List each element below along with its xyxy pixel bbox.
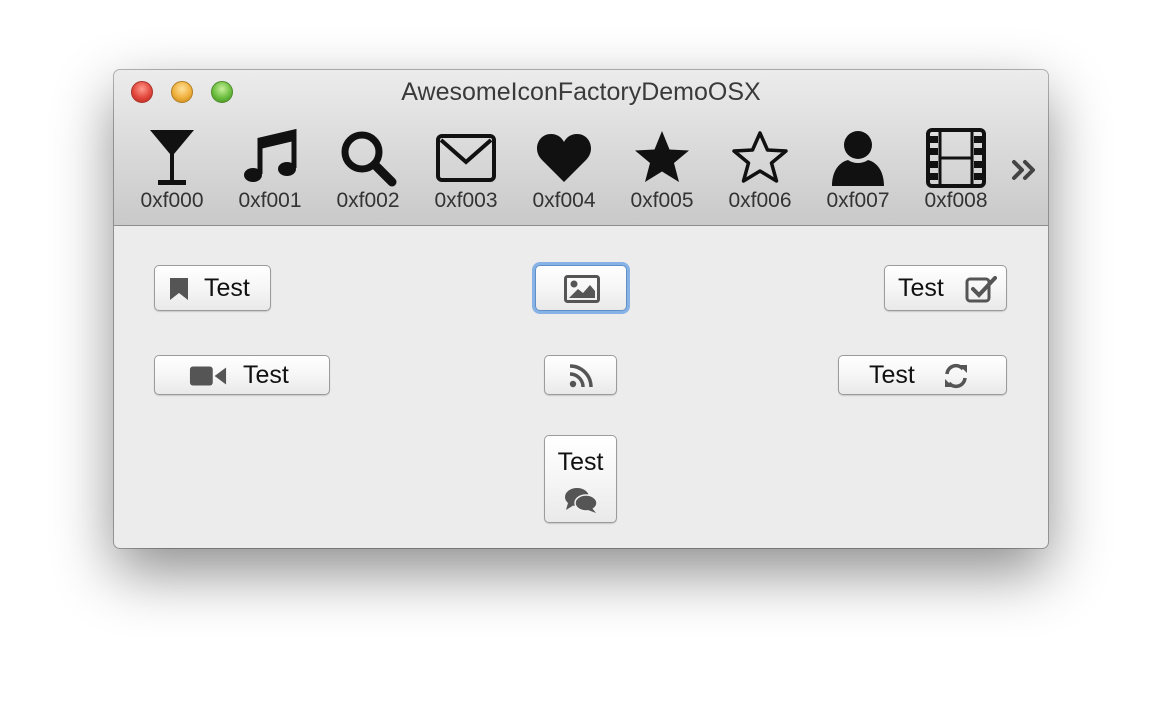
toolbar-item-label: 0xf000 [140,189,204,212]
heart-icon [536,134,592,182]
toolbar-item-label: 0xf003 [434,189,498,212]
toolbar-item-music[interactable]: 0xf001 [230,126,310,221]
toolbar-item-label: 0xf007 [826,189,890,212]
toolbar-item-label: 0xf005 [630,189,694,212]
refresh-icon [945,363,967,389]
toolbar-item-star-outline[interactable]: 0xf006 [720,126,800,221]
toolbar-item-heart[interactable]: 0xf004 [524,126,604,221]
bookmark-icon [170,278,188,300]
toolbar-item-glass[interactable]: 0xf000 [132,126,212,221]
toolbar-item-star[interactable]: 0xf005 [622,126,702,221]
titlebar: AwesomeIconFactoryDemoOSX 0xf000 0xf001 [114,70,1048,226]
toolbar-item-film[interactable]: 0xf008 [916,126,996,221]
glass-icon [150,130,194,185]
picture-button[interactable] [535,265,627,311]
toolbar-item-envelope[interactable]: 0xf003 [426,126,506,221]
check-square-icon [965,276,997,303]
film-icon [926,128,986,188]
check-test-button[interactable]: Test [884,265,1007,311]
refresh-test-button[interactable]: Test [838,355,1007,395]
video-camera-icon [189,366,227,386]
chevron-double-right-icon[interactable] [1010,155,1040,185]
star-icon [635,131,689,182]
comments-test-button[interactable]: Test [544,435,617,523]
button-label: Test [869,361,915,389]
toolbar-item-label: 0xf008 [924,189,988,212]
comments-icon [565,488,598,513]
button-label: Test [557,448,604,476]
music-icon [244,128,297,182]
toolbar-item-label: 0xf006 [728,189,792,212]
button-label: Test [204,274,250,302]
toolbar-item-label: 0xf002 [336,189,400,212]
envelope-icon [436,134,496,182]
app-window: AwesomeIconFactoryDemoOSX 0xf000 0xf001 [114,70,1048,548]
window-title: AwesomeIconFactoryDemoOSX [401,78,761,106]
toolbar-item-user[interactable]: 0xf007 [818,126,898,221]
toolbar-item-search[interactable]: 0xf002 [328,126,408,221]
search-icon [341,131,397,187]
video-test-button[interactable]: Test [154,355,330,395]
button-label: Test [898,274,944,302]
toolbar-item-label: 0xf004 [532,189,596,212]
star-outline-icon [732,131,788,183]
user-icon [832,131,884,186]
button-label: Test [243,361,289,389]
picture-icon [564,275,600,303]
toolbar-item-label: 0xf001 [238,189,302,212]
rss-icon [569,364,593,388]
rss-button[interactable] [544,355,617,395]
bookmark-test-button[interactable]: Test [154,265,271,311]
